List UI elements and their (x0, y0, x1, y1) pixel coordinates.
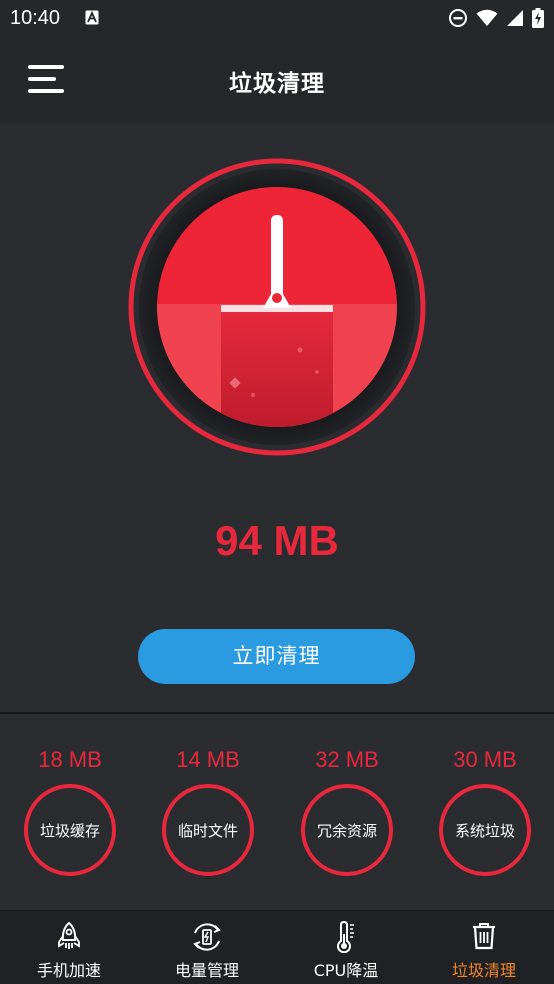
trash-icon (473, 923, 495, 950)
rocket-icon (58, 921, 80, 949)
app-bar: 垃圾清理 (0, 36, 554, 124)
bottom-nav: 手机加速 电量管理 CPU降温 垃圾清理 (0, 910, 554, 984)
category-size: 30 MB (453, 747, 517, 772)
category-label: 冗余资源 (316, 821, 377, 840)
category-label: 系统垃圾 (454, 821, 515, 840)
cleaner-gauge (128, 158, 426, 456)
tab-label: CPU降温 (313, 961, 379, 980)
junk-size-value: 94 MB (215, 517, 339, 564)
battery-charging-icon (532, 8, 544, 28)
wifi-icon (476, 9, 498, 26)
junk-categories: 18 MB 垃圾缓存 14 MB 临时文件 32 MB 冗余资源 30 MB 系… (0, 714, 554, 910)
tab-label: 垃圾清理 (451, 961, 516, 980)
do-not-disturb-icon (449, 9, 467, 27)
cleaner-panel: 94 MB 立即清理 (0, 124, 554, 712)
tab-label: 手机加速 (36, 961, 101, 980)
tab-cpu-cooling[interactable]: CPU降温 (277, 911, 415, 984)
category-ring: 垃圾缓存 (24, 784, 116, 876)
category-label: 临时文件 (177, 821, 238, 840)
tab-junk-clean[interactable]: 垃圾清理 (415, 911, 553, 984)
tab-phone-boost[interactable]: 手机加速 (0, 911, 138, 984)
battery-cycle-icon (193, 923, 221, 951)
tab-battery[interactable]: 电量管理 (138, 911, 276, 984)
category-cache[interactable]: 18 MB 垃圾缓存 (20, 714, 120, 910)
category-ring: 临时文件 (162, 784, 254, 876)
category-temp-files[interactable]: 14 MB 临时文件 (158, 714, 258, 910)
thermometer-icon (337, 921, 354, 953)
category-ring: 冗余资源 (301, 784, 393, 876)
category-label: 垃圾缓存 (39, 821, 100, 840)
category-size: 32 MB (315, 747, 379, 772)
category-redundant[interactable]: 32 MB 冗余资源 (297, 714, 397, 910)
notification-a-icon (85, 10, 99, 25)
status-time: 10:40 (10, 7, 61, 29)
category-size: 14 MB (176, 747, 240, 772)
category-size: 18 MB (38, 747, 102, 772)
status-bar: 10:40 (0, 0, 554, 36)
clean-now-button[interactable]: 立即清理 (138, 629, 415, 684)
tab-label: 电量管理 (174, 961, 239, 980)
signal-icon (507, 10, 523, 26)
category-ring: 系统垃圾 (439, 784, 531, 876)
page-title: 垃圾清理 (229, 71, 325, 97)
category-system-junk[interactable]: 30 MB 系统垃圾 (435, 714, 535, 910)
